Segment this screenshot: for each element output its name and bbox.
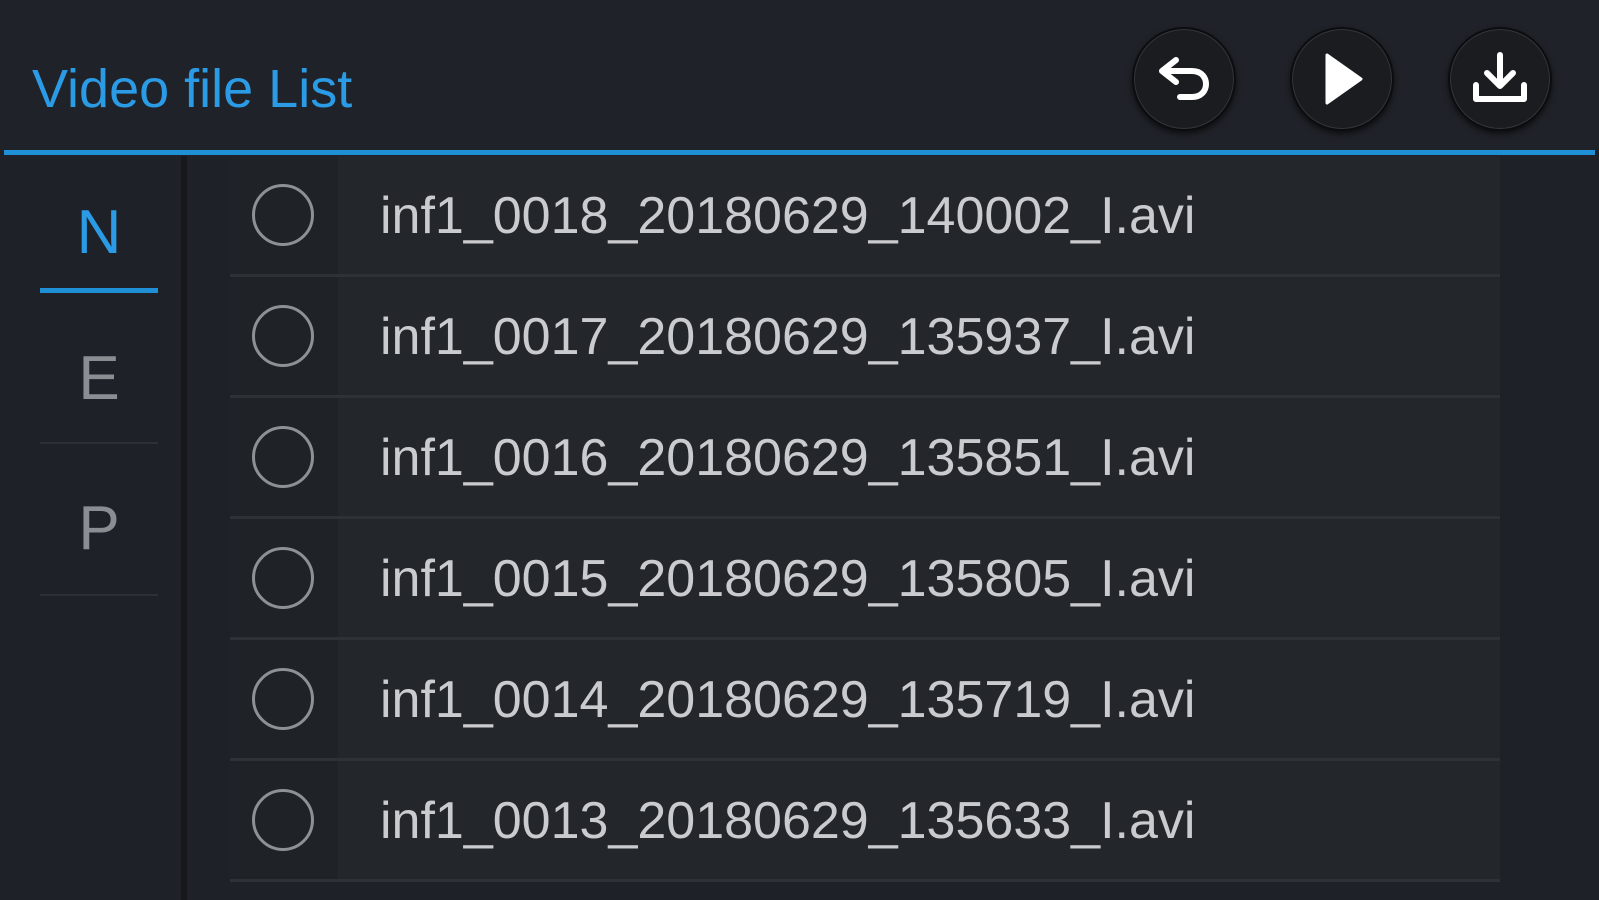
list-item[interactable]: inf1_0018_20180629_140002_I.avi (230, 156, 1500, 277)
play-button[interactable] (1290, 27, 1394, 131)
file-name: inf1_0013_20180629_135633_I.avi (380, 792, 1196, 850)
tab-e-underline (40, 442, 158, 444)
list-item[interactable]: inf1_0015_20180629_135805_I.avi (230, 519, 1500, 640)
file-name: inf1_0018_20180629_140002_I.avi (380, 187, 1196, 245)
list-item[interactable]: inf1_0017_20180629_135937_I.avi (230, 277, 1500, 398)
video-file-list-screen: Video file List N E P inf1_0018_20180629… (0, 0, 1599, 900)
select-radio[interactable] (252, 184, 314, 246)
header-bar: Video file List (0, 0, 1599, 155)
file-name: inf1_0017_20180629_135937_I.avi (380, 308, 1196, 366)
list-item[interactable]: inf1_0014_20180629_135719_I.avi (230, 640, 1500, 761)
sidebar-divider (181, 156, 187, 900)
select-radio[interactable] (252, 668, 314, 730)
tab-e[interactable]: E (40, 302, 158, 454)
tab-p-underline (40, 594, 158, 596)
tab-n-underline (40, 288, 158, 293)
download-button[interactable] (1448, 27, 1552, 131)
select-radio[interactable] (252, 305, 314, 367)
tab-n[interactable]: N (40, 156, 158, 308)
download-icon (1473, 52, 1527, 102)
back-button[interactable] (1132, 27, 1236, 131)
select-radio[interactable] (252, 789, 314, 851)
row-divider (230, 879, 1500, 882)
tab-p[interactable]: P (40, 452, 158, 604)
select-radio[interactable] (252, 547, 314, 609)
select-radio[interactable] (252, 426, 314, 488)
category-tabs: N E P (4, 156, 184, 900)
play-icon (1325, 53, 1363, 105)
file-list: inf1_0018_20180629_140002_I.avi inf1_001… (230, 156, 1500, 900)
file-name: inf1_0015_20180629_135805_I.avi (380, 550, 1196, 608)
header-divider (4, 150, 1595, 155)
return-arrow-icon (1159, 57, 1210, 100)
list-item[interactable]: inf1_0013_20180629_135633_I.avi (230, 761, 1500, 882)
page-title: Video file List (32, 59, 353, 119)
file-name: inf1_0014_20180629_135719_I.avi (380, 671, 1196, 729)
file-name: inf1_0016_20180629_135851_I.avi (380, 429, 1196, 487)
list-item[interactable]: inf1_0016_20180629_135851_I.avi (230, 398, 1500, 519)
